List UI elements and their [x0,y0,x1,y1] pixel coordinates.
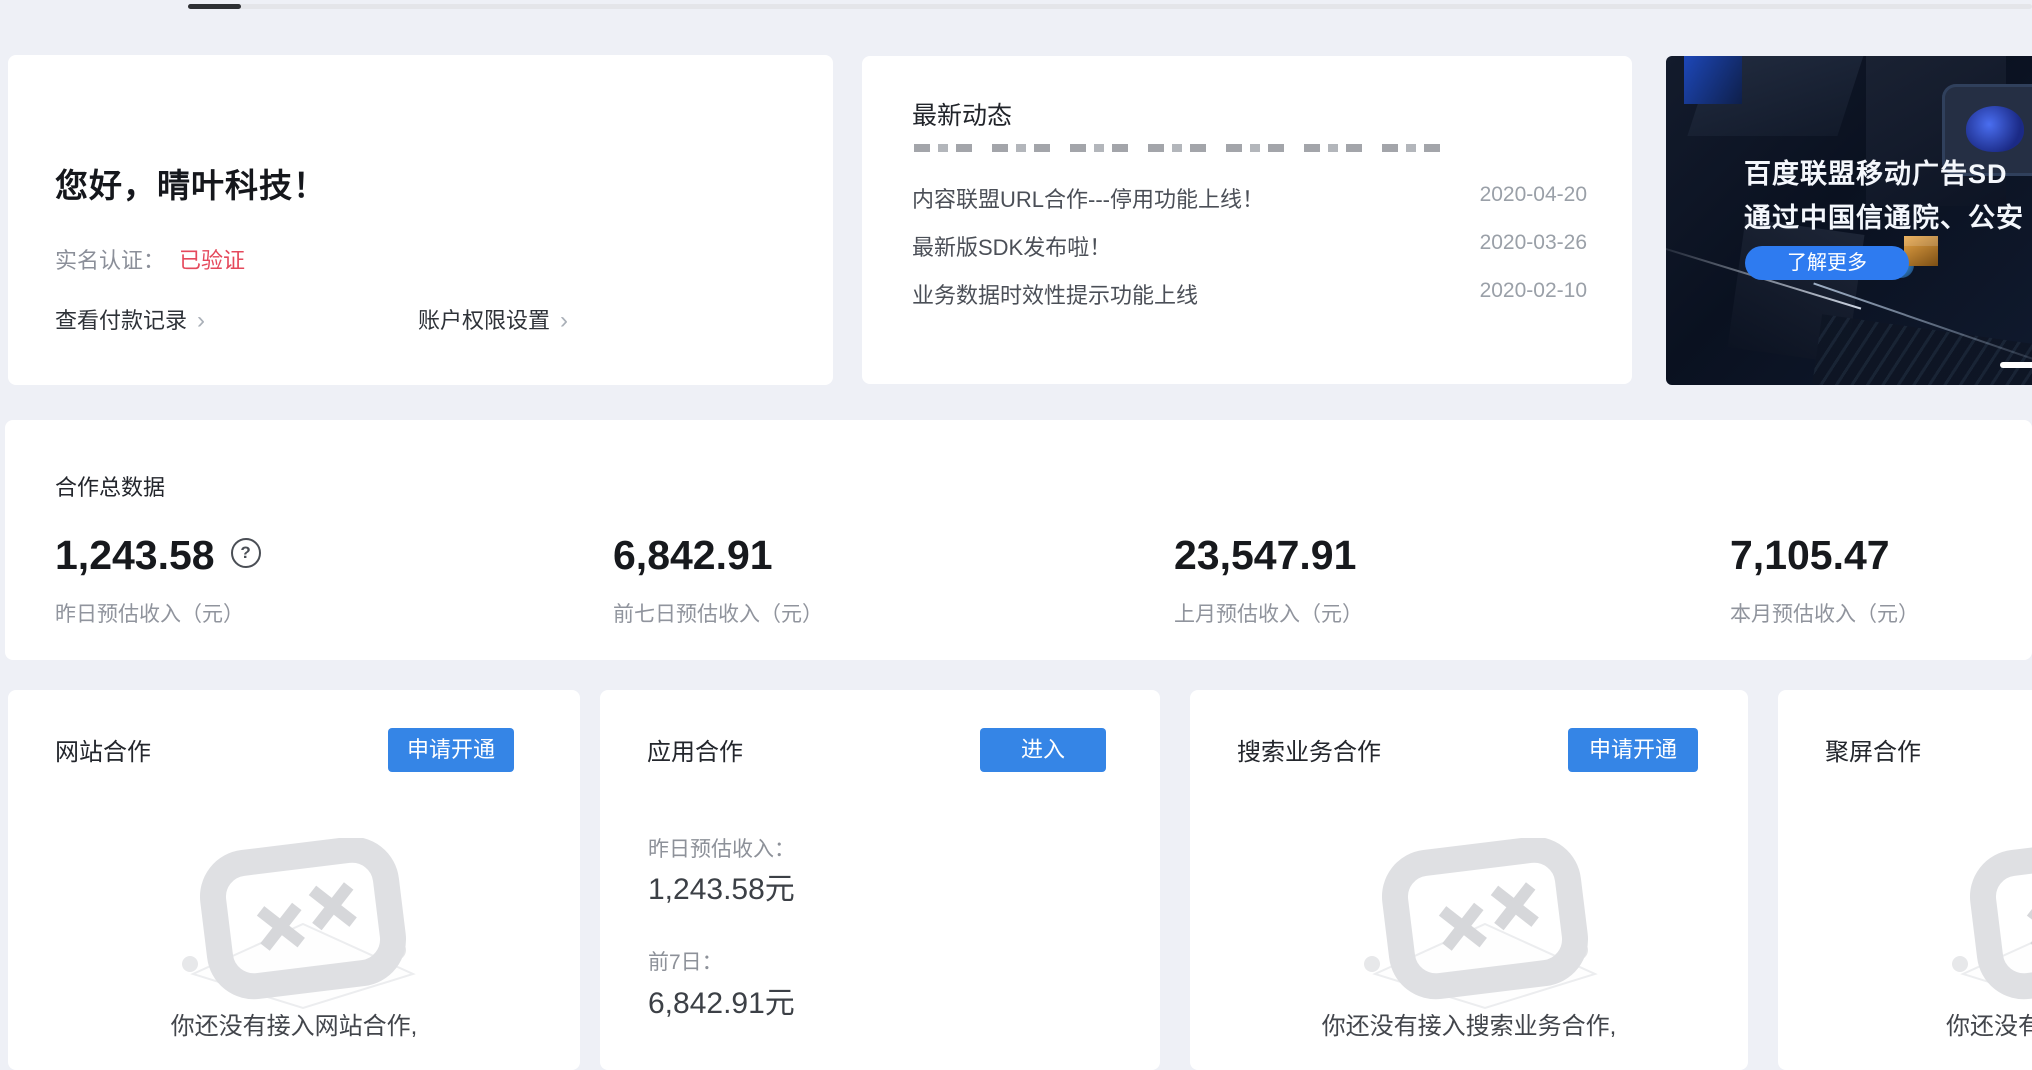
news-title: 最新动态 [912,96,1012,132]
banner-headline-line1: 百度联盟移动广告SD [1744,152,2008,191]
news-item-link[interactable]: 内容联盟URL合作---停用功能上线！ [912,182,1264,214]
total-stats-card: 合作总数据 1,243.58? 昨日预估收入（元） 6,842.91 前七日预估… [5,420,2032,660]
stat-last7days: 6,842.91 前七日预估收入（元） [613,532,1133,579]
help-icon[interactable]: ? [231,538,261,568]
enter-button[interactable]: 进入 [980,728,1106,772]
verify-status-badge: 已验证 [179,248,245,273]
website-coop-card: 网站合作 申请开通 你还没有接入网站合作, [8,690,580,1070]
banner-learn-more-button[interactable]: 了解更多 [1745,246,1909,280]
news-item-date: 2020-03-26 [1480,231,1587,255]
banner-decor-orange-cube [1904,236,1938,266]
empty-state-text: 你还没有接入搜索业务合作, [1190,1006,1748,1041]
stat-yesterday: 1,243.58? 昨日预估收入（元） [55,532,575,579]
app-coop-card: 应用合作 进入 昨日预估收入： 1,243.58元 前7日： 6,842.91元 [600,690,1160,1070]
stat-this-month: 7,105.47 本月预估收入（元） [1730,532,2032,579]
banner-decor-blue-panel [1684,56,1742,104]
promo-banner[interactable]: 百度联盟移动广告SD 通过中国信通院、公安 了解更多 [1666,56,2032,385]
chevron-right-icon: › [197,307,205,334]
stat-label: 昨日预估收入（元） [55,598,244,628]
empty-state-text: 你还没有 [1946,1006,2032,1041]
empty-state-icon [178,838,428,1010]
verify-label: 实名认证： [55,248,165,273]
news-item-date: 2020-04-20 [1480,183,1587,207]
stat-label: 本月预估收入（元） [1730,598,1919,628]
banner-carousel-indicator[interactable] [2000,362,2032,368]
stat-value: 1,243.58 [55,532,215,579]
app-stat-label: 昨日预估收入： [648,833,795,863]
horizontal-scrollbar-thumb[interactable] [188,4,241,9]
coop-card-title: 应用合作 [647,732,743,767]
greeting-title: 您好，晴叶科技！ [55,159,327,207]
empty-state-text: 你还没有接入网站合作, [8,1006,580,1041]
stat-label: 前七日预估收入（元） [613,598,823,628]
news-item-link[interactable]: 最新版SDK发布啦！ [912,230,1111,262]
banner-headline-line2: 通过中国信通院、公安 [1744,196,2024,235]
coop-card-title: 聚屏合作 [1825,732,1921,767]
banner-decor-stripes [1812,314,2032,385]
stat-value: 6,842.91 [613,532,773,579]
latest-news-card: 最新动态 内容联盟URL合作---停用功能上线！ 2020-04-20 最新版S… [862,56,1632,384]
stats-section-title: 合作总数据 [55,470,165,502]
banner-camera-lens [1966,106,2024,152]
stat-value: 23,547.91 [1174,532,1356,579]
app-stat-value: 6,842.91元 [648,978,795,1022]
news-item: 业务数据时效性提示功能上线 2020-02-10 [912,278,1587,308]
apply-open-button[interactable]: 申请开通 [388,728,514,772]
coop-card-title: 网站合作 [55,732,151,767]
stat-last-month: 23,547.91 上月预估收入（元） [1174,532,1694,579]
app-stat-label: 前7日： [648,946,723,976]
realname-verify-row: 实名认证： 已验证 [55,243,245,275]
news-item: 内容联盟URL合作---停用功能上线！ 2020-04-20 [912,182,1587,212]
news-item-link[interactable]: 业务数据时效性提示功能上线 [912,278,1198,310]
apply-open-button[interactable]: 申请开通 [1568,728,1698,772]
coop-card-title: 搜索业务合作 [1237,732,1381,767]
account-permission-link[interactable]: 账户权限设置› [418,303,568,335]
juping-coop-card: 聚屏合作 你还没有 [1778,690,2032,1070]
stat-label: 上月预估收入（元） [1174,598,1363,628]
empty-state-icon [1360,838,1610,1010]
horizontal-scrollbar-track[interactable] [188,4,2032,9]
news-item-date: 2020-02-10 [1480,279,1587,303]
chevron-right-icon: › [560,307,568,334]
payment-records-link[interactable]: 查看付款记录› [55,303,205,335]
empty-state-icon [1948,838,2032,1010]
news-ticker-clipped-item [914,144,1454,152]
search-coop-card: 搜索业务合作 申请开通 你还没有接入搜索业务合作, [1190,690,1748,1070]
news-item: 最新版SDK发布啦！ 2020-03-26 [912,230,1587,260]
stat-value: 7,105.47 [1730,532,1890,579]
greeting-card: 您好，晴叶科技！ 实名认证： 已验证 查看付款记录› 账户权限设置› [8,55,833,385]
app-stat-value: 1,243.58元 [648,864,795,908]
